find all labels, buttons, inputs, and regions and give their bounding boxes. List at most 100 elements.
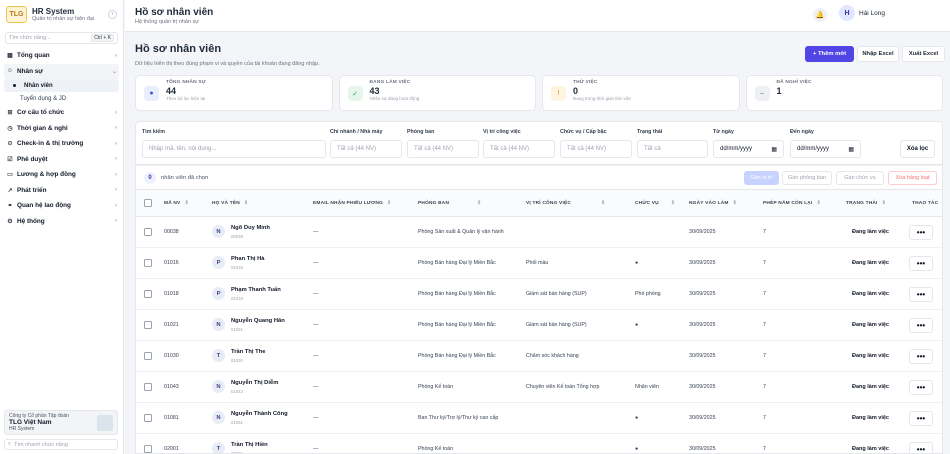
cell-name[interactable]: Nguyễn Quang Hân: [231, 318, 285, 324]
assign-dept-button[interactable]: Gán phòng ban: [782, 171, 832, 185]
cell-name[interactable]: Phạm Thanh Tuấn: [231, 287, 281, 293]
import-excel-button[interactable]: Nhập Excel: [857, 46, 899, 62]
add-employee-button[interactable]: + Thêm mới: [805, 46, 854, 62]
table-row[interactable]: 00038 N Ngô Duy Minh 00038 — Phòng Sản xuất &…: [136, 217, 942, 248]
brand: TLG HR System Quản trị nhân sự hiện đại …: [0, 0, 123, 28]
bell-icon[interactable]: 🔔: [813, 8, 827, 22]
footer-search-input[interactable]: ⌕ Tìm nhanh chức năng: [4, 439, 118, 450]
stat-value: 0: [573, 86, 579, 96]
nav-label: Quan hệ lao động: [17, 202, 71, 210]
nav-item-overview[interactable]: ▦ Tổng quan ›: [0, 48, 123, 64]
filter-position-select[interactable]: Tất cả (44 NV): [483, 140, 555, 158]
nav-item-org[interactable]: ⊞ Cơ cấu tổ chức ›: [0, 105, 123, 121]
cell-email: —: [313, 260, 319, 266]
row-checkbox[interactable]: [144, 290, 152, 298]
avatar: P: [212, 256, 225, 269]
collapse-sidebar-icon[interactable]: ‹: [108, 9, 117, 19]
stat-value: 1: [776, 86, 782, 96]
header-title: Hồ sơ nhân viên: [135, 7, 214, 18]
row-checkbox[interactable]: [144, 321, 152, 329]
table-row[interactable]: 01081 N Nguyễn Thành Công 01081 — Ban Thư ký/…: [136, 403, 942, 434]
nav-item-checkin[interactable]: ⊙ Check-in & thị trường ›: [0, 136, 123, 152]
nav-sub-employees[interactable]: Nhân viên: [4, 79, 119, 92]
column-header-leave[interactable]: PHÉP NĂM CÒN LẠI ⇕: [763, 201, 821, 206]
cell-name-code: 01016: [231, 265, 243, 270]
cell-code: 01016: [164, 260, 179, 266]
cell-title: Phó phòng: [635, 291, 661, 297]
row-actions-button[interactable]: •••: [909, 349, 933, 364]
sidebar: TLG HR System Quản trị nhân sự hiện đại …: [0, 0, 124, 454]
status-badge: Đang làm việc: [852, 353, 889, 359]
nav-label: Hệ thống: [17, 217, 45, 225]
row-checkbox[interactable]: [144, 259, 152, 267]
row-actions-button[interactable]: •••: [909, 318, 933, 333]
cell-name[interactable]: Nguyễn Thị Diễm: [231, 380, 278, 386]
column-header-dept[interactable]: PHÒNG BAN ⇕: [418, 201, 481, 206]
cell-name[interactable]: Phan Thị Hà: [231, 256, 265, 262]
assign-position-button[interactable]: Gán vị trí: [744, 171, 779, 185]
filter-branch-select[interactable]: Tất cả (44 NV): [330, 140, 402, 158]
row-checkbox[interactable]: [144, 445, 152, 453]
avatar: H: [839, 5, 855, 21]
filter-search-input[interactable]: Nhập mã, tên, nội dung...: [142, 140, 326, 158]
chevron-right-icon: ›: [115, 202, 117, 209]
column-header-code[interactable]: MÃ NV ⇕: [164, 201, 189, 206]
filter-to-date[interactable]: dd/mm/yyyy ▦: [790, 140, 861, 158]
bulk-delete-button[interactable]: Xóa hàng loạt: [888, 171, 937, 185]
table-row[interactable]: 02001 T Trần Thị Hiền 02001— Phòng Kế toán ● 3…: [136, 434, 942, 453]
column-header-status[interactable]: TRẠNG THÁI ⇕: [846, 201, 886, 206]
filter-from-date[interactable]: dd/mm/yyyy ▦: [713, 140, 784, 158]
stat-desc: Theo bộ lọc hiện tại: [166, 96, 206, 101]
filter-title-select[interactable]: Tất cả (44 NV): [560, 140, 632, 158]
table-row[interactable]: 01016 P Phan Thị Hà 01016 — Phòng Bán hàng Đạ…: [136, 248, 942, 279]
row-checkbox[interactable]: [144, 228, 152, 236]
filter-label-dept: Phòng ban: [407, 129, 435, 135]
nav-sub-recruitment[interactable]: Tuyển dụng & JD: [0, 92, 123, 105]
user-menu[interactable]: H Hải Long: [839, 5, 885, 21]
sidebar-search-input[interactable]: Tìm chức năng... Ctrl + K: [5, 32, 118, 44]
assign-title-button[interactable]: Gán chức vụ: [836, 171, 884, 185]
company-logo: TLG: [6, 5, 27, 23]
row-actions-button[interactable]: •••: [909, 287, 933, 302]
nav-item-time[interactable]: ◷ Thời gian & nghỉ ›: [0, 121, 123, 137]
row-actions-button[interactable]: •••: [909, 442, 933, 453]
clock-icon: ◷: [7, 125, 13, 132]
table-row[interactable]: 01018 P Phạm Thanh Tuấn 01018 — Phòng Bán hàn…: [136, 279, 942, 310]
row-actions-button[interactable]: •••: [909, 225, 933, 240]
cell-leave: 7: [763, 291, 766, 297]
column-header-position[interactable]: VỊ TRÍ CÔNG VIỆC ⇕: [526, 201, 605, 206]
nav-item-payroll[interactable]: ▭ Lương & hợp đồng ›: [0, 167, 123, 183]
nav-item-development[interactable]: ↗ Phát triển ›: [0, 183, 123, 199]
row-actions-button[interactable]: •••: [909, 380, 933, 395]
select-all-checkbox[interactable]: [144, 199, 152, 207]
row-actions-button[interactable]: •••: [909, 411, 933, 426]
nav-item-hr[interactable]: ☺ Nhân sự ⌄: [4, 63, 119, 79]
table-row[interactable]: 01021 N Nguyễn Quang Hân 01021 — Phòng Bán hà…: [136, 310, 942, 341]
row-checkbox[interactable]: [144, 414, 152, 422]
stat-card-resigned: – ĐÃ NGHỈ VIỆC 1: [745, 75, 943, 111]
row-actions-button[interactable]: •••: [909, 256, 933, 271]
sort-icon: ⇕: [670, 201, 676, 206]
cell-name[interactable]: Nguyễn Thành Công: [231, 411, 288, 417]
table-row[interactable]: 01043 N Nguyễn Thị Diễm 01043 — Phòng Kế toán…: [136, 372, 942, 403]
column-header-start-date[interactable]: NGÀY VÀO LÀM ⇕: [689, 201, 737, 206]
chevron-right-icon: ›: [115, 218, 117, 225]
cell-name[interactable]: Ngô Duy Minh: [231, 225, 270, 231]
filter-dept-select[interactable]: Tất cả (44 NV): [407, 140, 479, 158]
nav-item-labor[interactable]: ⚭ Quan hệ lao động ›: [0, 198, 123, 214]
column-header-email[interactable]: EMAIL NHẬN PHIẾU LƯƠNG ⇕: [313, 201, 391, 206]
cell-name[interactable]: Trần Thị The: [231, 349, 265, 355]
row-checkbox[interactable]: [144, 352, 152, 360]
check-icon: ✓: [347, 86, 363, 101]
clear-filter-button[interactable]: Xóa lọc: [900, 140, 935, 158]
nav-item-approval[interactable]: ☑ Phê duyệt ›: [0, 152, 123, 168]
nav-item-system[interactable]: ⚙ Hệ thống ›: [0, 214, 123, 230]
filter-status-select[interactable]: Tất cả: [637, 140, 708, 158]
export-excel-button[interactable]: Xuất Excel: [902, 46, 945, 62]
column-header-name[interactable]: HỌ VÀ TÊN ⇕: [212, 201, 248, 206]
table-row[interactable]: 01030 T Trần Thị The 01030 — Phòng Bán hàng Đ…: [136, 341, 942, 372]
row-checkbox[interactable]: [144, 383, 152, 391]
column-label: VỊ TRÍ CÔNG VIỆC: [526, 201, 572, 206]
column-header-title[interactable]: CHỨC VỤ ⇕: [635, 201, 675, 206]
cell-name[interactable]: Trần Thị Hiền: [231, 442, 268, 448]
